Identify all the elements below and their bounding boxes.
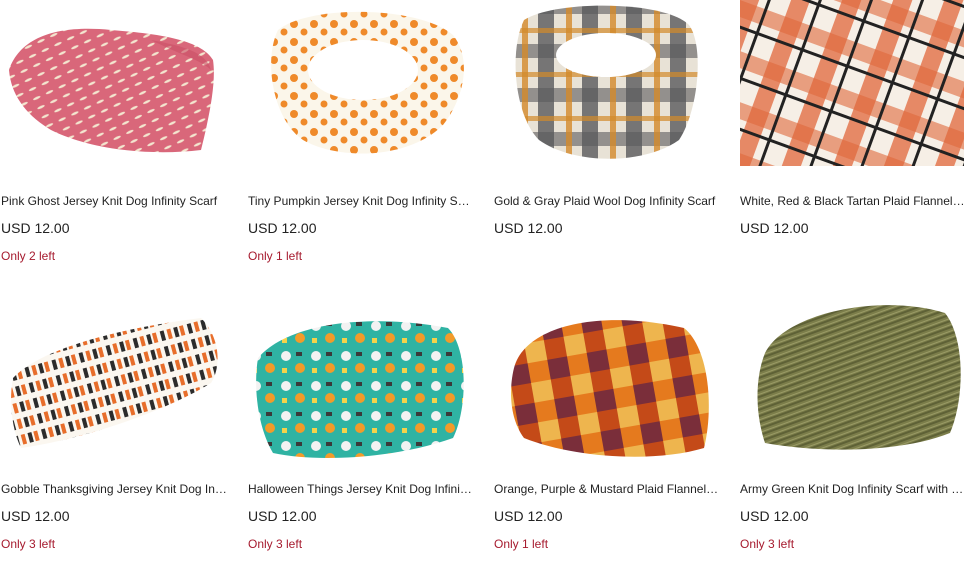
product-image[interactable] <box>740 0 964 166</box>
listing-card[interactable]: Halloween Things Jersey Knit Dog Infinit… <box>248 288 474 551</box>
listing-title[interactable]: Halloween Things Jersey Knit Dog Infinit… <box>248 482 474 496</box>
listing-price: USD 12.00 <box>248 220 317 236</box>
listing-title[interactable]: Gobble Thanksgiving Jersey Knit Dog Infi… <box>1 482 227 496</box>
product-image[interactable] <box>740 288 964 472</box>
listing-card[interactable]: Army Green Knit Dog Infinity Scarf with … <box>740 288 964 551</box>
stock-notice: Only 3 left <box>1 537 56 551</box>
listing-price: USD 12.00 <box>1 220 70 236</box>
stock-notice: Only 3 left <box>248 537 303 551</box>
listing-card[interactable]: Gold & Gray Plaid Wool Dog Infinity Scar… <box>494 0 720 249</box>
listing-title[interactable]: Orange, Purple & Mustard Plaid Flannel D… <box>494 482 720 496</box>
listing-card[interactable]: Pink Ghost Jersey Knit Dog Infinity Scar… <box>1 0 227 263</box>
listing-price: USD 12.00 <box>740 508 809 524</box>
listing-title[interactable]: Gold & Gray Plaid Wool Dog Infinity Scar… <box>494 194 720 208</box>
stock-notice: Only 1 left <box>248 249 303 263</box>
listing-grid: Pink Ghost Jersey Knit Dog Infinity Scar… <box>0 0 964 566</box>
stock-notice: Only 2 left <box>1 249 56 263</box>
product-image[interactable] <box>1 0 227 166</box>
listing-title[interactable]: Tiny Pumpkin Jersey Knit Dog Infinity Sc… <box>248 194 474 208</box>
listing-price: USD 12.00 <box>740 220 809 236</box>
listing-price: USD 12.00 <box>1 508 70 524</box>
listing-price: USD 12.00 <box>494 508 563 524</box>
product-image[interactable] <box>494 0 720 166</box>
listing-card[interactable]: Orange, Purple & Mustard Plaid Flannel D… <box>494 288 720 551</box>
listing-title[interactable]: White, Red & Black Tartan Plaid Flannel … <box>740 194 964 208</box>
listing-price: USD 12.00 <box>248 508 317 524</box>
listing-card[interactable]: White, Red & Black Tartan Plaid Flannel … <box>740 0 964 249</box>
product-image[interactable] <box>1 288 227 472</box>
product-image[interactable] <box>494 288 720 472</box>
listing-card[interactable]: Tiny Pumpkin Jersey Knit Dog Infinity Sc… <box>248 0 474 263</box>
stock-notice: Only 1 left <box>494 537 549 551</box>
listing-card[interactable]: Gobble Thanksgiving Jersey Knit Dog Infi… <box>1 288 227 551</box>
product-image[interactable] <box>248 288 474 472</box>
listing-price: USD 12.00 <box>494 220 563 236</box>
listing-title[interactable]: Army Green Knit Dog Infinity Scarf with … <box>740 482 964 496</box>
stock-notice: Only 3 left <box>740 537 795 551</box>
listing-title[interactable]: Pink Ghost Jersey Knit Dog Infinity Scar… <box>1 194 227 208</box>
product-image[interactable] <box>248 0 474 166</box>
